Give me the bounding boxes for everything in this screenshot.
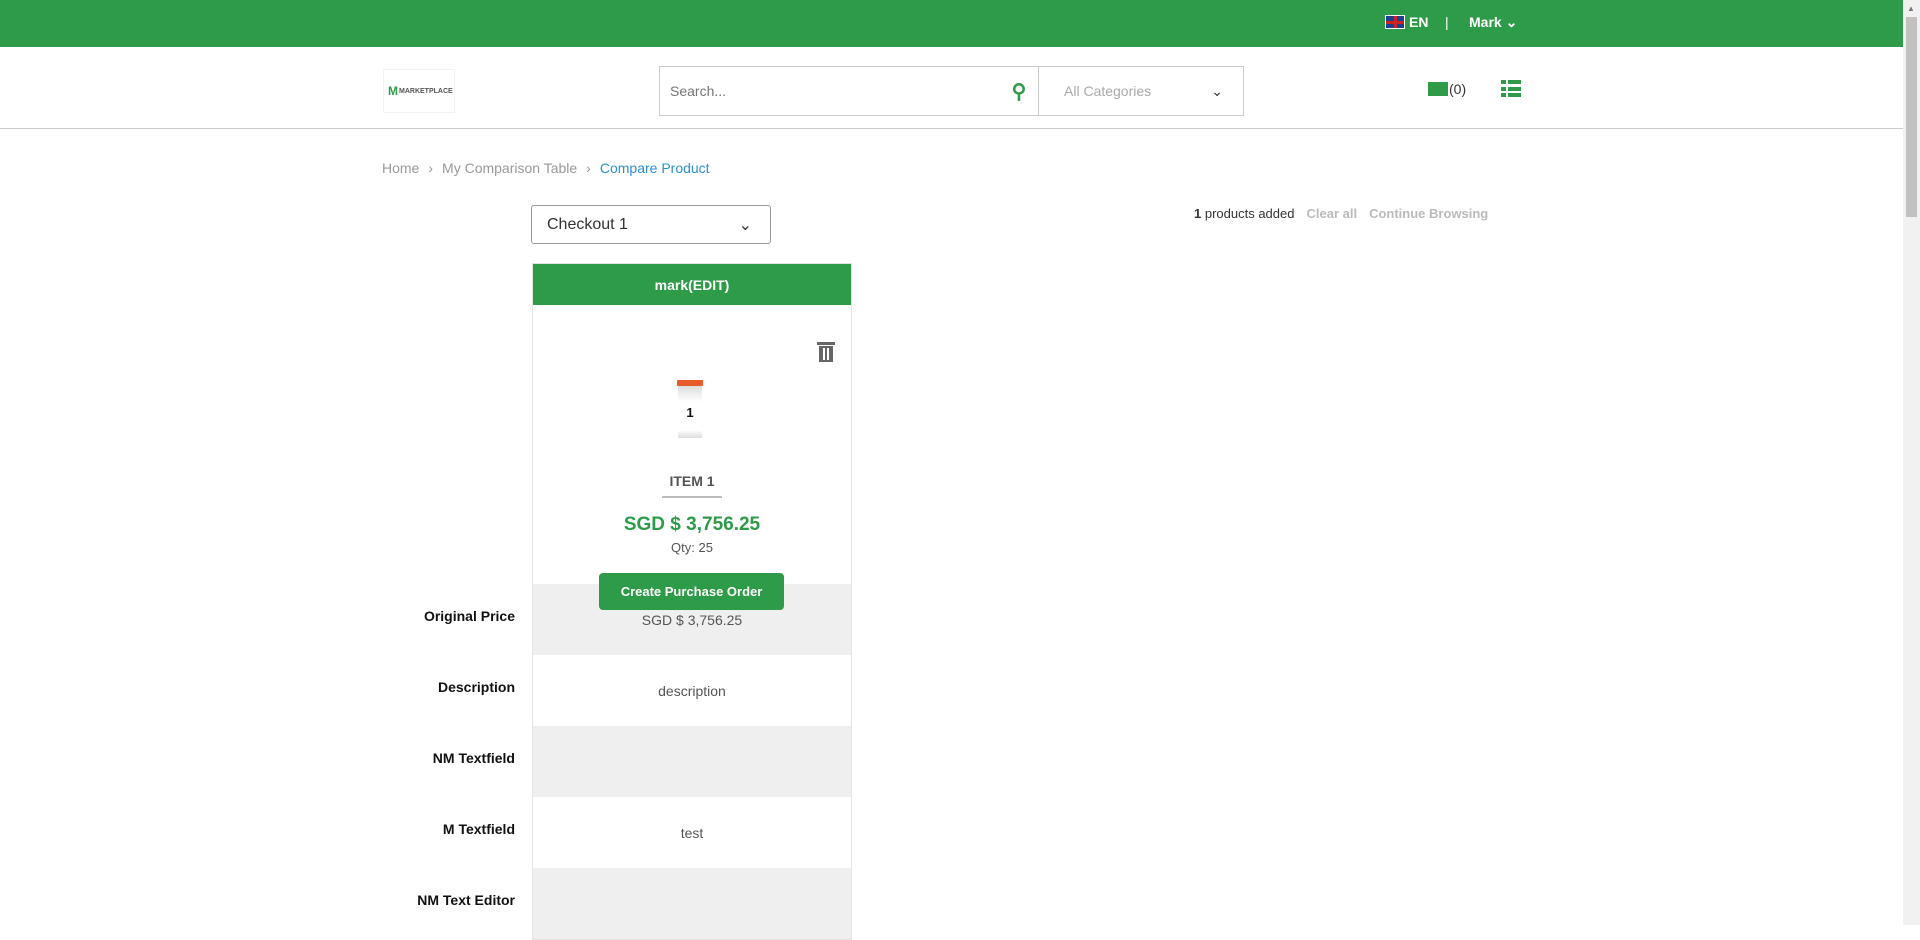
label-original-price: Original Price [423,608,515,624]
comparison-summary: 1 products added Clear all Continue Browsi… [1194,206,1488,221]
language-selector[interactable]: EN [1385,14,1428,30]
item-name[interactable]: ITEM 1 [533,473,851,489]
breadcrumb-comparison-table[interactable]: My Comparison Table [442,160,577,176]
clear-all-link[interactable]: Clear all [1306,206,1357,221]
checkout-select[interactable]: Checkout 1 ⌄ [531,205,771,244]
continue-browsing-link[interactable]: Continue Browsing [1369,206,1488,221]
separator: | [1445,14,1449,30]
products-added-label: products added [1204,206,1295,221]
trash-icon[interactable] [817,342,835,362]
top-bar: EN | Mark ⌄ [0,0,1903,47]
user-name: Mark [1469,14,1502,30]
search-input[interactable] [660,67,1000,115]
breadcrumb: Home › My Comparison Table › Compare Product [382,160,710,176]
chevron-right-icon: › [586,160,591,176]
label-nm-textfield: NM Textfield [432,750,515,766]
label-nm-text-editor: NM Text Editor [417,892,515,908]
logo-text: MARKETPLACE [399,87,453,95]
breadcrumb-current: Compare Product [599,160,710,176]
header: MMARKETPLACE ⚲ All Categories ⌄ (0) [0,47,1903,129]
category-select[interactable]: All Categories ⌄ [1038,67,1243,115]
row-nm-textfield [533,726,851,797]
scrollbar-thumb[interactable] [1906,17,1917,217]
language-label: EN [1409,14,1429,30]
label-description: Description [437,679,515,695]
search-icon[interactable]: ⚲ [1000,67,1038,115]
breadcrumb-home[interactable]: Home [382,160,419,176]
scrollbar[interactable]: ▲ [1903,0,1920,925]
search-bar: ⚲ All Categories ⌄ [659,66,1244,116]
user-menu[interactable]: Mark ⌄ [1469,14,1517,31]
logo[interactable]: M MARKETPLACE [383,69,455,113]
chevron-down-icon: ⌄ [1211,82,1223,99]
item-price: SGD $ 3,756.25 [623,514,761,535]
column-header-edit[interactable]: mark(EDIT) [533,264,851,305]
list-icon[interactable] [1501,80,1521,97]
scroll-up-icon[interactable]: ▲ [1907,4,1915,13]
product-image[interactable]: 1 [677,380,703,440]
create-purchase-order-button[interactable]: Create Purchase Order [599,573,784,610]
messages-count: (0) [1449,81,1467,97]
messages-button[interactable]: (0) [1428,81,1466,97]
row-description: description [658,682,726,699]
label-m-textfield: M Textfield [442,821,515,837]
chevron-right-icon: › [428,160,434,176]
chevron-down-icon: ⌄ [738,216,752,234]
row-m-textfield: test [680,824,704,841]
chevron-down-icon: ⌄ [1505,14,1518,30]
divider [662,496,722,498]
item-qty: Qty: 25 [671,540,713,555]
category-label: All Categories [1064,83,1152,99]
uk-flag-icon [1385,15,1405,29]
products-count: 1 [1194,206,1202,221]
vial-label: 1 [678,386,702,438]
product-column: mark(EDIT) 1 ITEM 1 SGD $ 3,756.25 Qty: … [532,263,852,940]
product-card: 1 ITEM 1 SGD $ 3,756.25 Qty: 25 Create P… [533,305,851,610]
envelope-icon [1428,82,1448,96]
row-nm-text-editor [533,868,851,939]
checkout-select-value: Checkout 1 [547,215,628,233]
